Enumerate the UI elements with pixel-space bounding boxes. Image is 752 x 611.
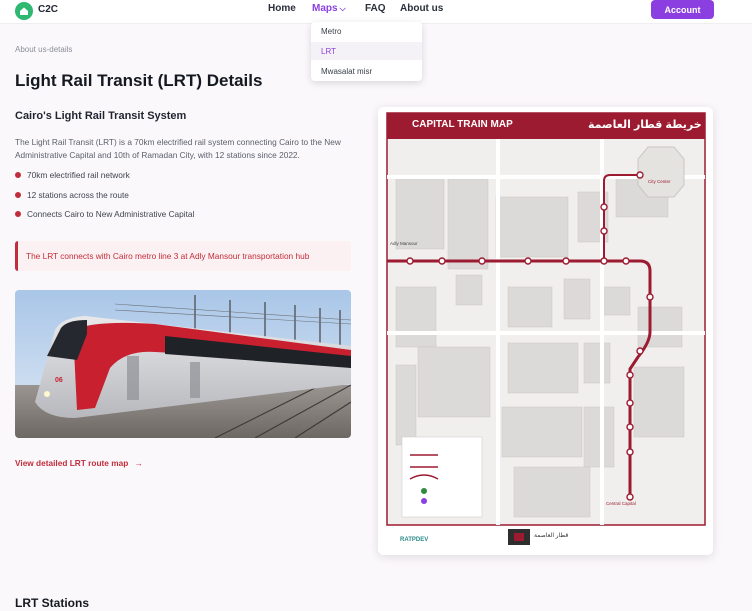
dropdown-item-mwasalat[interactable]: Mwasalat misr: [311, 62, 422, 80]
map-header-title-arabic: خريطة قطار العاصمة: [588, 119, 702, 131]
list-item: Connects Cairo to New Administrative Cap…: [15, 209, 194, 219]
bullet-dot-icon: [15, 211, 21, 217]
svg-text:06: 06: [55, 377, 63, 384]
info-callout: The LRT connects with Cairo metro line 3…: [15, 241, 351, 271]
maps-dropdown-menu: Metro LRT Mwasalat misr: [311, 22, 422, 81]
capital-train-map-card: CAPITAL TRAIN MAP خريطة قطار العاصمة Adl…: [378, 107, 713, 555]
view-route-map-label: View detailed LRT route map: [15, 458, 129, 468]
nav-maps-label: Maps: [312, 3, 338, 14]
chevron-down-icon: ⌵: [339, 4, 346, 13]
map-header-title: CAPITAL TRAIN MAP: [412, 119, 513, 130]
bullet-dot-icon: [15, 172, 21, 178]
navbar: C2C Home Maps ⌵ FAQ About us Account: [0, 0, 752, 24]
list-item: 12 stations across the route: [15, 190, 129, 200]
map-footer-ratpdev: RATPDEV: [400, 537, 429, 543]
breadcrumb[interactable]: About us-details: [15, 45, 72, 54]
section-description: The Light Rail Transit (LRT) is a 70km e…: [15, 137, 341, 160]
view-route-map-link[interactable]: View detailed LRT route map →: [15, 458, 143, 468]
station-label-city-center: City Center: [648, 179, 671, 184]
map-footer-logo-label: قطار العاصمة: [534, 533, 569, 539]
bullet-text: Connects Cairo to New Administrative Cap…: [27, 209, 195, 219]
nav-maps-link[interactable]: Maps ⌵: [312, 3, 346, 14]
home-logo-icon[interactable]: [15, 2, 33, 20]
bullet-text: 12 stations across the route: [27, 190, 129, 200]
arrow-right-icon: →: [134, 458, 143, 468]
callout-text: The LRT connects with Cairo metro line 3…: [26, 251, 310, 261]
bullet-text: 70km electrified rail network: [27, 170, 130, 180]
bullet-dot-icon: [15, 192, 21, 198]
station-label-adly-mansour: Adly Mansour: [390, 241, 418, 246]
nav-about-link[interactable]: About us: [400, 3, 443, 14]
section-title: Cairo's Light Rail Transit System: [15, 110, 187, 122]
nav-home-link[interactable]: Home: [268, 3, 296, 14]
list-item: 70km electrified rail network: [15, 170, 130, 180]
stations-heading: LRT Stations: [15, 596, 89, 610]
page-title: Light Rail Transit (LRT) Details: [15, 71, 263, 90]
dropdown-item-lrt[interactable]: LRT: [311, 42, 422, 60]
account-button[interactable]: Account: [651, 0, 714, 19]
nav-faq-link[interactable]: FAQ: [365, 3, 386, 14]
dropdown-item-metro[interactable]: Metro: [311, 22, 422, 40]
station-label-central-capital: Central Capital: [606, 501, 636, 506]
brand-name[interactable]: C2C: [38, 4, 58, 15]
lrt-train-photo: 06: [15, 290, 351, 438]
